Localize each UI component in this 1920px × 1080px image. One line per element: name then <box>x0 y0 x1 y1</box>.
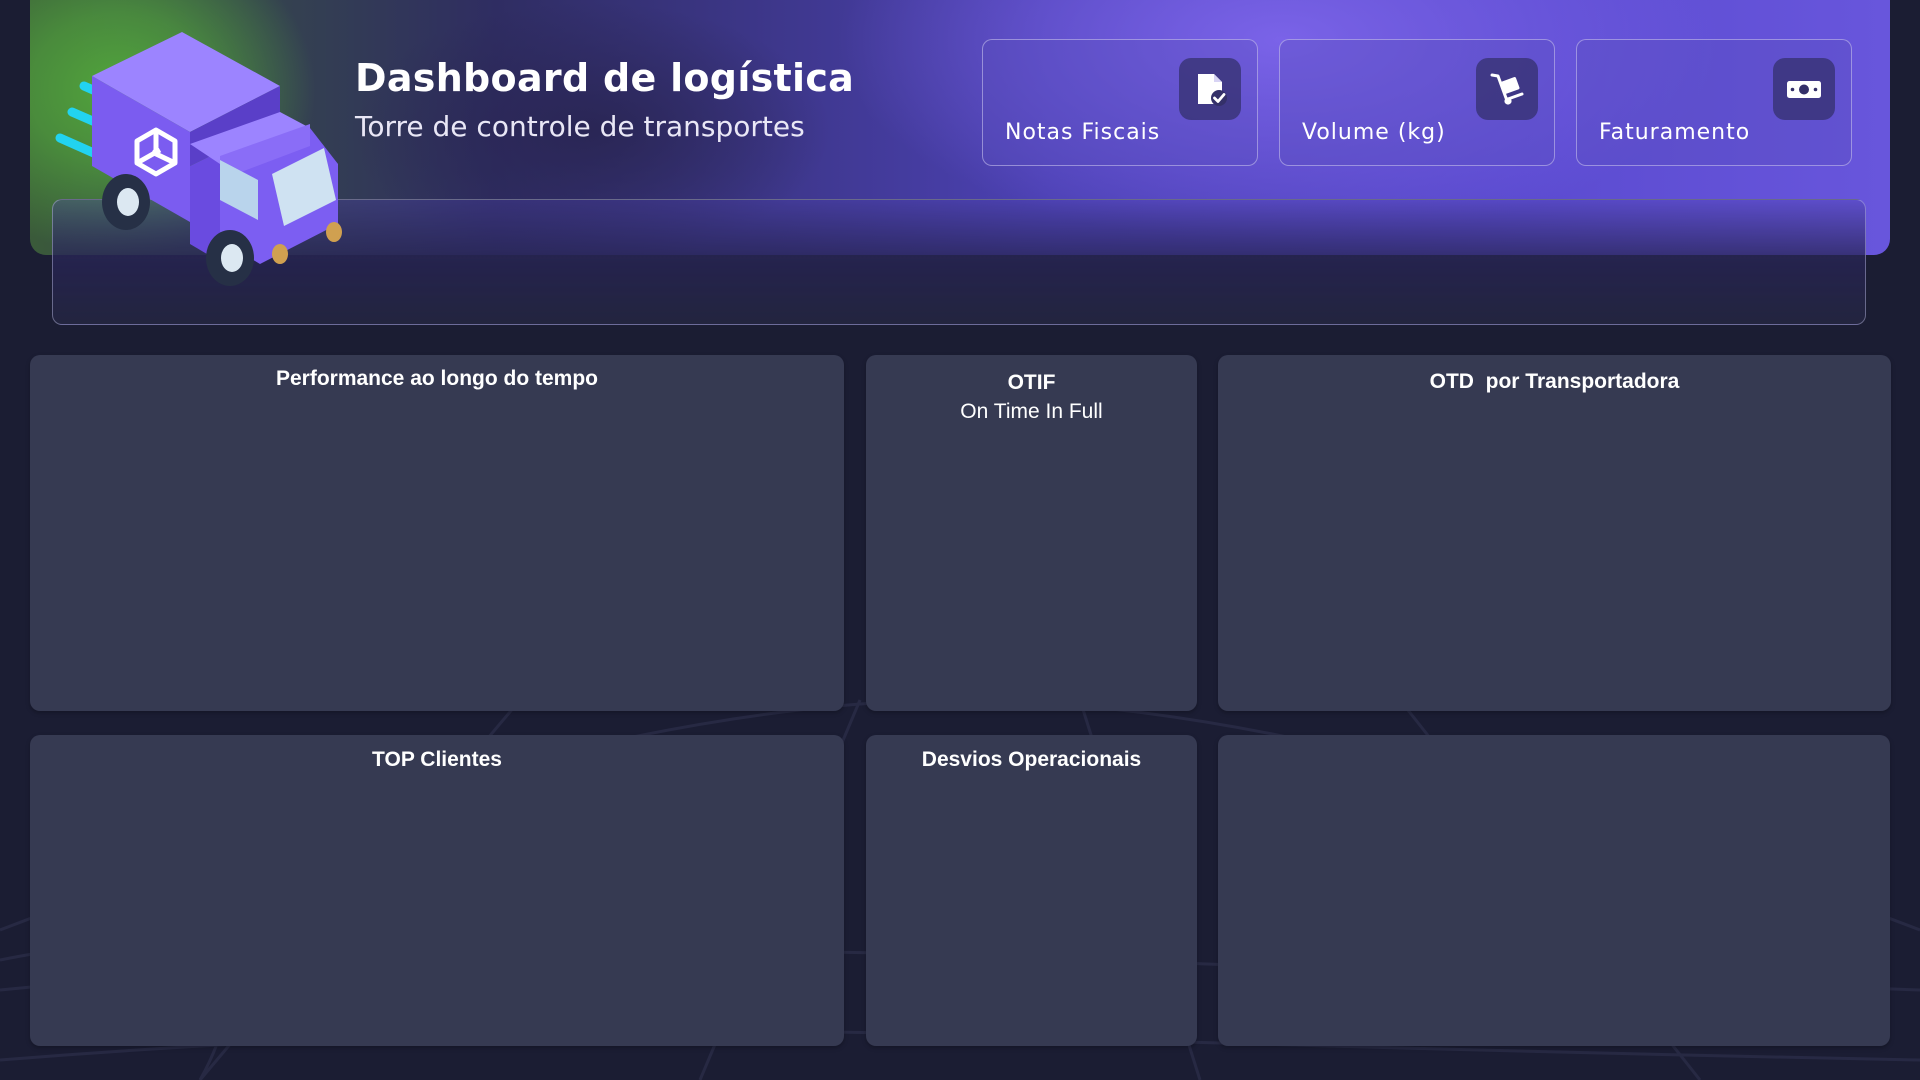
invoice-check-icon <box>1179 58 1241 120</box>
panel-subtitle-otif: On Time In Full <box>960 400 1103 423</box>
kpi-card-faturamento[interactable]: Faturamento <box>1576 39 1852 166</box>
kpi-card-notas-fiscais[interactable]: Notas Fiscais <box>982 39 1258 166</box>
kpi-label: Faturamento <box>1599 120 1751 145</box>
panel-top-clientes: TOP Clientes <box>30 735 844 1046</box>
panel-title-top-clientes: TOP Clientes <box>372 748 502 771</box>
panel-title-desvios: Desvios Operacionais <box>921 748 1142 771</box>
page-title: Dashboard de logística <box>355 56 855 100</box>
page-subtitle: Torre de controle de transportes <box>355 110 805 143</box>
kpi-label: Notas Fiscais <box>1005 120 1161 145</box>
kpi-label: Volume (kg) <box>1302 120 1446 145</box>
hand-truck-icon <box>1476 58 1538 120</box>
truck-illustration <box>55 32 342 286</box>
kpi-card-volume[interactable]: Volume (kg) <box>1279 39 1555 166</box>
panel-title-otif: OTIF <box>1007 371 1056 394</box>
panel-empty <box>1218 735 1890 1046</box>
cash-icon <box>1773 58 1835 120</box>
panel-title-performance: Performance ao longo do tempo <box>275 367 599 390</box>
dashboard-root: Dashboard de logística Torre de controle… <box>0 0 1920 1080</box>
panel-otif: OTIF On Time In Full <box>866 355 1197 711</box>
panel-performance: Performance ao longo do tempo <box>30 355 844 711</box>
panel-otd-transportadora: OTD por Transportadora <box>1218 355 1891 711</box>
panel-title-otd: OTD por Transportadora <box>1429 370 1680 393</box>
panel-desvios-operacionais: Desvios Operacionais <box>866 735 1197 1046</box>
